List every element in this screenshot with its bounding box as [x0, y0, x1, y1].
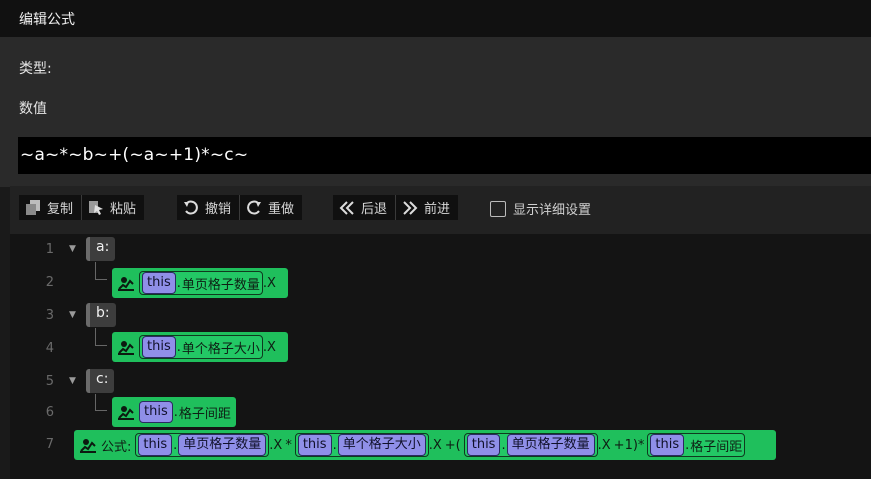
formula-input[interactable]: ~a~*~b~+(~a~+1)*~c~: [18, 137, 871, 174]
title-bar: 编辑公式: [0, 0, 871, 37]
property-token[interactable]: 格子间距: [690, 436, 742, 455]
dot-separator: .: [332, 437, 337, 453]
property-token[interactable]: 单页格子数量: [182, 274, 260, 293]
formula-settings-panel: 类型: 数值 ~a~*~b~+(~a~+1)*~c~: [0, 37, 871, 187]
copy-label: 复制: [47, 202, 74, 217]
reference-chain[interactable]: this . 单页格子数量: [139, 271, 263, 295]
operator[interactable]: +1)*: [611, 438, 648, 453]
expression-block-c[interactable]: this . 格子间距: [112, 397, 236, 427]
this-token[interactable]: this: [142, 336, 176, 358]
component-suffix[interactable]: .X: [269, 438, 282, 453]
formula-text: ~a~*~b~+(~a~+1)*~c~: [20, 145, 249, 165]
component-suffix[interactable]: .X: [263, 340, 276, 355]
variable-name: a:: [96, 239, 110, 255]
property-token[interactable]: 单页格子数量: [178, 434, 267, 456]
property-token[interactable]: 单页格子数量: [506, 434, 595, 456]
paste-label: 粘贴: [110, 202, 137, 217]
line-number: 2: [45, 275, 54, 290]
variable-block-c[interactable]: c:: [86, 369, 115, 393]
collapse-caret-icon[interactable]: ▼: [69, 376, 76, 386]
copy-button[interactable]: 复制: [19, 195, 83, 220]
reference-chain[interactable]: this . 单个格子大小: [139, 335, 263, 359]
variable-block-a[interactable]: a:: [86, 237, 116, 261]
this-token[interactable]: this: [650, 434, 685, 456]
undo-button[interactable]: 撤销: [177, 195, 241, 220]
variable-name: b:: [96, 305, 110, 321]
editor-toolbar: 复制 粘贴 撤销 重做 后退 前进 显示详细设置: [10, 186, 871, 234]
paste-icon: [88, 200, 104, 216]
formula-expression-block[interactable]: 公式: this . 单页格子数量 .X * this . 单个格子大小 .X …: [74, 430, 776, 460]
reference-chain[interactable]: this . 单个格子大小: [294, 433, 429, 457]
collapse-caret-icon[interactable]: ▼: [69, 244, 76, 254]
double-chevron-left-icon: [339, 200, 355, 216]
back-button[interactable]: 后退: [333, 195, 397, 220]
line-number: 6: [45, 405, 54, 420]
operator[interactable]: *: [282, 438, 295, 453]
property-token[interactable]: 单个格子大小: [337, 434, 426, 456]
undo-icon: [183, 200, 199, 216]
forward-label: 前进: [424, 202, 451, 217]
reference-chain[interactable]: this . 单页格子数量: [463, 433, 598, 457]
variable-block-b[interactable]: b:: [86, 303, 116, 327]
this-token[interactable]: this: [297, 434, 332, 456]
link-node-icon: [117, 338, 135, 356]
this-token[interactable]: this: [142, 272, 176, 294]
formula-label: 公式:: [101, 439, 132, 455]
line-number: 7: [45, 437, 54, 452]
show-details-toggle[interactable]: 显示详细设置: [490, 199, 591, 218]
reference-chain[interactable]: this . 单页格子数量: [135, 433, 270, 457]
variable-name: c:: [96, 371, 109, 387]
link-node-icon: [117, 274, 135, 292]
show-details-checkbox[interactable]: [490, 200, 506, 217]
navigation-group: 后退 前进: [333, 195, 459, 220]
this-token[interactable]: this: [139, 401, 173, 423]
tree-connector: [95, 262, 107, 280]
value-label: 数值: [19, 101, 47, 117]
redo-label: 重做: [268, 202, 295, 217]
operator[interactable]: +(: [442, 438, 464, 453]
component-suffix[interactable]: .X: [598, 438, 611, 453]
line-number: 5: [45, 374, 54, 389]
reference-chain[interactable]: this . 格子间距: [647, 433, 746, 457]
property-token[interactable]: 格子间距: [179, 403, 231, 422]
redo-icon: [246, 200, 262, 216]
expression-block-b[interactable]: this . 单个格子大小 .X: [112, 332, 288, 362]
component-suffix[interactable]: .X: [429, 438, 442, 453]
window-title: 编辑公式: [19, 12, 75, 28]
this-token[interactable]: this: [138, 434, 173, 456]
collapse-caret-icon[interactable]: ▼: [69, 310, 76, 320]
undo-label: 撤销: [205, 202, 232, 217]
link-node-icon: [79, 436, 97, 454]
double-chevron-right-icon: [402, 200, 418, 216]
type-label: 类型:: [19, 61, 52, 77]
forward-button[interactable]: 前进: [396, 195, 459, 220]
property-token[interactable]: 单个格子大小: [182, 338, 260, 357]
clipboard-group: 复制 粘贴: [19, 195, 145, 220]
paste-button[interactable]: 粘贴: [82, 195, 145, 220]
show-details-label: 显示详细设置: [513, 203, 592, 218]
component-suffix[interactable]: .X: [263, 276, 276, 291]
expression-block-a[interactable]: this . 单页格子数量 .X: [112, 268, 288, 298]
copy-icon: [25, 200, 41, 216]
back-label: 后退: [361, 202, 388, 217]
link-node-icon: [117, 403, 135, 421]
line-number: 1: [45, 242, 54, 257]
formula-editor: 1 2 3 4 5 6 7 ▼ a: this . 单页格子数量 .X ▼ b:…: [10, 234, 871, 479]
this-token[interactable]: this: [466, 434, 501, 456]
tree-connector: [95, 328, 107, 346]
history-group: 撤销 重做: [177, 195, 303, 220]
redo-button[interactable]: 重做: [240, 195, 303, 220]
dot-separator: .: [501, 437, 506, 453]
tree-connector: [95, 394, 107, 411]
line-number: 3: [45, 308, 54, 323]
line-number: 4: [45, 341, 54, 356]
